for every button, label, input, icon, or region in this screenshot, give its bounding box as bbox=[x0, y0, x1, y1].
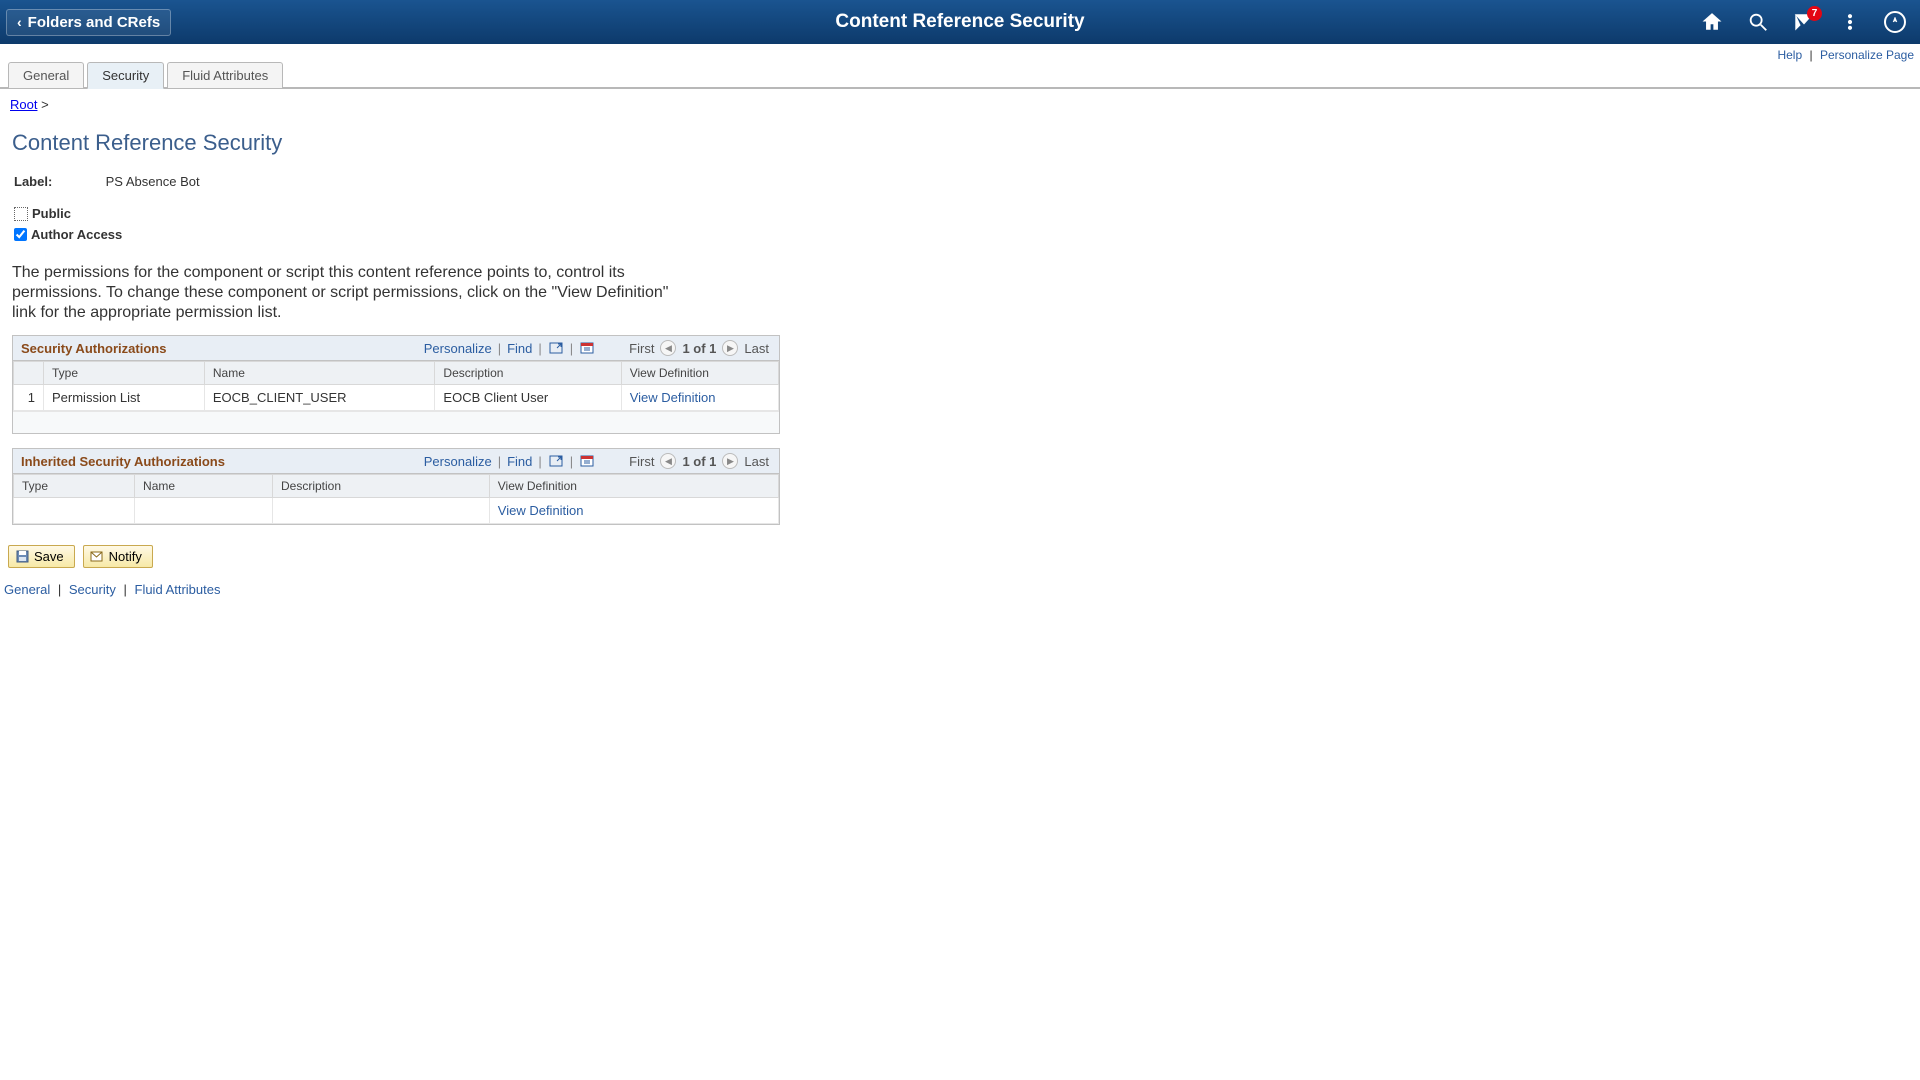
banner-icon-group: 7 bbox=[1700, 10, 1920, 34]
breadcrumb-sep: > bbox=[41, 97, 49, 112]
bottom-link-security[interactable]: Security bbox=[69, 582, 116, 597]
separator: | bbox=[1805, 48, 1816, 62]
find-link[interactable]: Find bbox=[507, 341, 532, 356]
grid-header: Inherited Security Authorizations Person… bbox=[13, 449, 779, 474]
grid-toolbar: Personalize | Find | | First ◀ 1 of 1 ▶ … bbox=[424, 340, 771, 356]
bottom-links: General | Security | Fluid Attributes bbox=[0, 578, 1920, 617]
table-row: 1 Permission List EOCB_CLIENT_USER EOCB … bbox=[14, 385, 779, 411]
checkbox-group: Public Author Access bbox=[0, 203, 1920, 257]
label-caption: Label: bbox=[14, 174, 102, 189]
tab-general[interactable]: General bbox=[8, 62, 84, 88]
actions-menu-icon[interactable] bbox=[1838, 10, 1862, 34]
row-counter: 1 of 1 bbox=[680, 454, 718, 469]
page-heading: Content Reference Security bbox=[0, 120, 1920, 172]
grid-title: Inherited Security Authorizations bbox=[21, 454, 225, 469]
first-link[interactable]: First bbox=[627, 454, 656, 469]
col-description[interactable]: Description bbox=[272, 475, 489, 498]
col-description[interactable]: Description bbox=[435, 362, 621, 385]
notify-label: Notify bbox=[109, 549, 142, 564]
grid-header: Security Authorizations Personalize | Fi… bbox=[13, 336, 779, 361]
home-icon[interactable] bbox=[1700, 10, 1724, 34]
inherited-auth-table: Type Name Description View Definition Vi… bbox=[13, 474, 779, 524]
page-title-banner: Content Reference Security bbox=[835, 11, 1084, 33]
last-link[interactable]: Last bbox=[742, 454, 771, 469]
zoom-icon[interactable] bbox=[548, 454, 564, 468]
col-type[interactable]: Type bbox=[14, 475, 135, 498]
personalize-link[interactable]: Personalize bbox=[424, 341, 492, 356]
bottom-link-fluid-attributes[interactable]: Fluid Attributes bbox=[135, 582, 221, 597]
col-view-definition[interactable]: View Definition bbox=[489, 475, 778, 498]
col-type[interactable]: Type bbox=[44, 362, 205, 385]
notifications-icon[interactable]: 7 bbox=[1792, 10, 1816, 34]
next-arrow-icon[interactable]: ▶ bbox=[722, 453, 738, 469]
prev-arrow-icon[interactable]: ◀ bbox=[660, 453, 676, 469]
tab-fluid-attributes[interactable]: Fluid Attributes bbox=[167, 62, 283, 88]
find-link[interactable]: Find bbox=[507, 454, 532, 469]
row-counter: 1 of 1 bbox=[680, 341, 718, 356]
author-label: Author Access bbox=[31, 227, 122, 242]
notify-icon bbox=[90, 550, 104, 564]
label-value: PS Absence Bot bbox=[106, 174, 200, 189]
label-row: Label: PS Absence Bot bbox=[0, 172, 1920, 203]
cell-type bbox=[14, 498, 135, 524]
col-blank bbox=[14, 362, 44, 385]
cell-description: EOCB Client User bbox=[435, 385, 621, 411]
action-buttons: Save Notify bbox=[0, 539, 1920, 578]
security-authorizations-grid: Security Authorizations Personalize | Fi… bbox=[12, 335, 780, 434]
table-row: View Definition bbox=[14, 498, 779, 524]
save-icon bbox=[15, 550, 29, 564]
col-name[interactable]: Name bbox=[204, 362, 435, 385]
help-link[interactable]: Help bbox=[1777, 48, 1802, 62]
security-auth-table: Type Name Description View Definition 1 … bbox=[13, 361, 779, 411]
public-label: Public bbox=[32, 206, 71, 221]
breadcrumb-root-link[interactable]: Root bbox=[10, 97, 37, 112]
public-check-line: Public bbox=[14, 203, 1906, 224]
bottom-link-general[interactable]: General bbox=[4, 582, 50, 597]
first-link[interactable]: First bbox=[627, 341, 656, 356]
inherited-authorizations-grid: Inherited Security Authorizations Person… bbox=[12, 448, 780, 525]
grid-toolbar: Personalize | Find | | First ◀ 1 of 1 ▶ … bbox=[424, 453, 771, 469]
back-button[interactable]: ‹ Folders and CRefs bbox=[6, 9, 171, 36]
personalize-page-link[interactable]: Personalize Page bbox=[1820, 48, 1914, 62]
back-label: Folders and CRefs bbox=[28, 14, 161, 31]
cell-view-definition: View Definition bbox=[489, 498, 778, 524]
view-definition-link[interactable]: View Definition bbox=[498, 503, 584, 518]
cell-type: Permission List bbox=[44, 385, 205, 411]
col-view-definition[interactable]: View Definition bbox=[621, 362, 778, 385]
next-arrow-icon[interactable]: ▶ bbox=[722, 340, 738, 356]
grid-title: Security Authorizations bbox=[21, 341, 166, 356]
chevron-left-icon: ‹ bbox=[17, 14, 22, 30]
row-number: 1 bbox=[14, 385, 44, 411]
help-line: Help | Personalize Page bbox=[0, 44, 1920, 64]
save-button[interactable]: Save bbox=[8, 545, 75, 568]
view-definition-link[interactable]: View Definition bbox=[630, 390, 716, 405]
cell-description bbox=[272, 498, 489, 524]
download-icon[interactable] bbox=[579, 454, 595, 468]
cell-name: EOCB_CLIENT_USER bbox=[204, 385, 435, 411]
download-icon[interactable] bbox=[579, 341, 595, 355]
last-link[interactable]: Last bbox=[742, 341, 771, 356]
cell-name bbox=[135, 498, 273, 524]
notify-button[interactable]: Notify bbox=[83, 545, 153, 568]
tab-strip: General Security Fluid Attributes bbox=[0, 62, 1920, 89]
search-icon[interactable] bbox=[1746, 10, 1770, 34]
tab-security[interactable]: Security bbox=[87, 62, 164, 89]
cell-view-definition: View Definition bbox=[621, 385, 778, 411]
notification-badge: 7 bbox=[1807, 6, 1822, 21]
zoom-icon[interactable] bbox=[548, 341, 564, 355]
breadcrumb: Root > bbox=[0, 89, 1920, 120]
author-check-line: Author Access bbox=[14, 224, 1906, 245]
author-checkbox[interactable] bbox=[14, 228, 27, 241]
prev-arrow-icon[interactable]: ◀ bbox=[660, 340, 676, 356]
grid-footer-blank bbox=[13, 411, 779, 433]
top-banner: ‹ Folders and CRefs Content Reference Se… bbox=[0, 0, 1920, 44]
personalize-link[interactable]: Personalize bbox=[424, 454, 492, 469]
public-checkbox[interactable] bbox=[14, 207, 28, 221]
col-name[interactable]: Name bbox=[135, 475, 273, 498]
description-paragraph: The permissions for the component or scr… bbox=[0, 257, 700, 333]
navbar-icon[interactable] bbox=[1884, 11, 1906, 33]
save-label: Save bbox=[34, 549, 64, 564]
